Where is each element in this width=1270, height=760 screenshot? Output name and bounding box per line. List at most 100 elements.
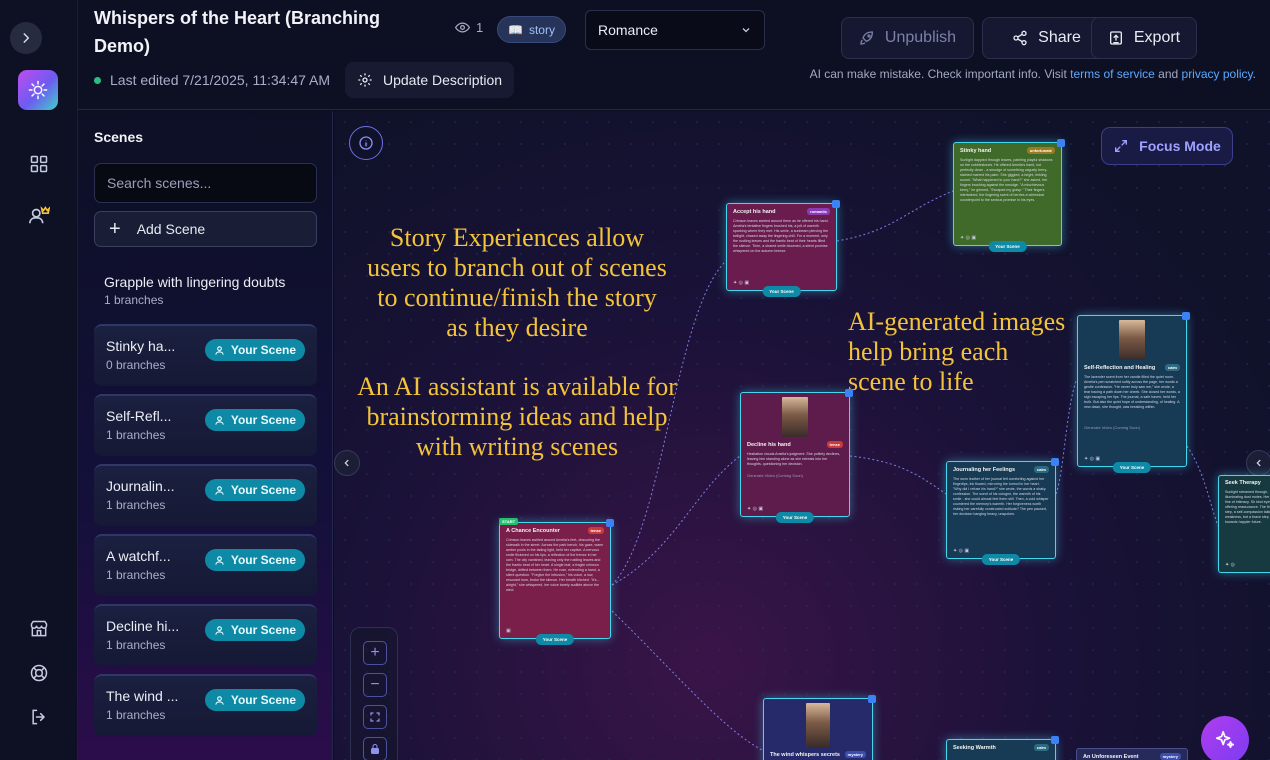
canvas-info-button[interactable] xyxy=(349,126,383,160)
scene-node-decline-hand[interactable]: Decline his hand tense Hesitation clouds … xyxy=(740,389,853,523)
mood-tag: tense xyxy=(587,527,604,534)
add-scene-button[interactable]: + Add Scene xyxy=(94,211,317,247)
privacy-policy-link[interactable]: privacy policy xyxy=(1182,67,1253,81)
app-logo[interactable] xyxy=(18,70,58,110)
node-handle[interactable] xyxy=(1051,736,1059,744)
generate-video-button[interactable]: Generate Video (Coming Soon) xyxy=(1078,423,1186,432)
focus-mode-button[interactable]: Focus Mode xyxy=(1101,127,1233,165)
node-toolbar[interactable]: ✦ ◎ ▣ xyxy=(953,548,969,554)
scene-node-accept-hand[interactable]: Accept his hand romantic Crimson leaves s… xyxy=(726,200,840,297)
scene-item-grapple[interactable]: Grapple with lingering doubts 1 branches xyxy=(104,274,285,307)
plus-icon: + xyxy=(109,218,121,240)
dashboard-nav[interactable] xyxy=(22,147,56,181)
scene-name: A watchf... xyxy=(106,548,171,564)
your-scene-badge: Your Scene xyxy=(204,339,305,361)
scene-node-stinky-hand[interactable]: Stinky hand unfortunate Sunlight dappled … xyxy=(953,139,1065,252)
node-handle[interactable] xyxy=(1051,458,1059,466)
your-scene-badge: Your Scene xyxy=(981,554,1021,565)
scene-node-seek-therapy[interactable]: Seek Therapy Sunlight streamed through, … xyxy=(1218,475,1270,573)
scene-node-seeking-warmth[interactable]: Seeking Warmth calm xyxy=(946,736,1059,760)
focus-mode-label: Focus Mode xyxy=(1139,138,1221,154)
scene-node-chance-encounter[interactable]: START A Chance Encounter tense Crimson le… xyxy=(499,518,614,645)
store-icon xyxy=(30,620,48,637)
logo-icon xyxy=(28,80,48,100)
story-type-tag: 📖 story xyxy=(497,16,566,43)
generate-video-button[interactable]: Generate Video (Coming Soon) xyxy=(741,471,849,480)
node-toolbar[interactable]: ✦ ◎ ▣ xyxy=(1084,456,1100,462)
unpublish-label: Unpublish xyxy=(884,29,957,46)
story-canvas[interactable]: Focus Mode Story Experiences allow users… xyxy=(334,111,1270,760)
last-edited: Last edited 7/21/2025, 11:34:47 AM xyxy=(94,72,330,88)
scene-node-journaling[interactable]: Journaling her Feelings calm The worn lea… xyxy=(946,458,1059,565)
scene-item[interactable]: A watchf... 1 branches Your Scene xyxy=(94,534,317,596)
user-icon xyxy=(215,695,224,705)
scene-item[interactable]: Journalin... 1 branches Your Scene xyxy=(94,464,317,526)
node-toolbar[interactable]: ✦ ◎ ▣ xyxy=(747,506,763,512)
terms-of-service-link[interactable]: terms of service xyxy=(1070,67,1155,81)
store-nav[interactable] xyxy=(22,612,56,646)
export-button[interactable]: Export xyxy=(1091,17,1197,59)
user-icon xyxy=(215,485,224,495)
your-scene-badge: Your Scene xyxy=(204,619,305,641)
story-type-label: story xyxy=(528,22,555,37)
scene-node-wind-whispers[interactable]: The wind whispers secrets mystery xyxy=(763,695,876,760)
your-scene-label: Your Scene xyxy=(230,413,296,427)
scene-node-unforeseen-event[interactable]: An Unforeseen Event mystery xyxy=(1076,748,1188,760)
node-toolbar[interactable]: ✦ ◎ ▣ xyxy=(960,235,976,241)
node-text: Sunlight dappled through leaves, paintin… xyxy=(960,158,1053,202)
disclaimer-text: AI can make mistake. Check important inf… xyxy=(809,67,1071,81)
chevron-right-icon xyxy=(23,33,30,43)
scroll-right-button[interactable] xyxy=(1246,450,1270,476)
update-description-button[interactable]: Update Description xyxy=(345,62,515,98)
premium-user-nav[interactable] xyxy=(22,198,56,232)
scene-name: Self-Refl... xyxy=(106,408,172,424)
node-handle[interactable] xyxy=(868,695,876,703)
node-toolbar[interactable]: ▣ xyxy=(506,628,511,634)
unpublish-button[interactable]: Unpublish xyxy=(841,17,974,59)
scene-item[interactable]: Self-Refl... 1 branches Your Scene xyxy=(94,394,317,456)
node-handle[interactable] xyxy=(1057,139,1065,147)
node-title: Decline his hand xyxy=(747,441,791,448)
scene-item[interactable]: Stinky ha... 0 branches Your Scene xyxy=(94,324,317,386)
scene-name: Stinky ha... xyxy=(106,338,176,354)
expand-sidebar-button[interactable] xyxy=(10,22,42,54)
node-title: Accept his hand xyxy=(733,208,776,215)
chevron-left-icon xyxy=(344,459,349,467)
your-scene-label: Your Scene xyxy=(230,693,296,707)
app-root: Whispers of the Heart (Branching Demo) L… xyxy=(0,0,1270,760)
info-icon xyxy=(359,136,373,150)
help-nav[interactable] xyxy=(22,656,56,690)
fit-view-button[interactable] xyxy=(363,705,387,729)
user-icon xyxy=(215,625,224,635)
scene-list: Stinky ha... 0 branches Your Scene Self-… xyxy=(94,324,317,744)
user-icon xyxy=(215,555,224,565)
lock-canvas-button[interactable] xyxy=(363,737,387,760)
node-toolbar[interactable]: ✦ ◎ xyxy=(1225,562,1235,568)
genre-value: Romance xyxy=(598,22,658,38)
zoom-out-button[interactable]: − xyxy=(363,673,387,697)
node-handle[interactable] xyxy=(1182,312,1190,320)
add-scene-label: Add Scene xyxy=(136,221,206,237)
logout-nav[interactable] xyxy=(22,700,56,734)
genre-select[interactable]: Romance xyxy=(585,10,765,50)
zoom-controls: + − xyxy=(350,627,398,760)
zoom-in-button[interactable]: + xyxy=(363,641,387,665)
scene-item[interactable]: The wind ... 1 branches Your Scene xyxy=(94,674,317,736)
view-count-value: 1 xyxy=(476,20,484,35)
mood-tag: calm xyxy=(1033,744,1049,751)
generate-video-label: Generate Video xyxy=(1084,425,1112,430)
scene-node-self-reflection[interactable]: Self-Reflection and Healing calm The lave… xyxy=(1077,312,1190,473)
node-handle[interactable] xyxy=(845,389,853,397)
disclaimer-and: and xyxy=(1154,67,1182,81)
scene-name: Journalin... xyxy=(106,478,175,494)
node-handle[interactable] xyxy=(606,519,614,527)
search-scenes-input[interactable] xyxy=(94,163,317,203)
your-scene-label: Your Scene xyxy=(230,343,296,357)
node-toolbar[interactable]: ✦ ◎ ▣ xyxy=(733,280,749,286)
node-title: Seek Therapy xyxy=(1225,480,1261,486)
node-handle[interactable] xyxy=(832,200,840,208)
scene-item[interactable]: Decline hi... 1 branches Your Scene xyxy=(94,604,317,666)
node-text: Crimson leaves swirled around Amelia's f… xyxy=(506,538,604,592)
ai-assistant-button[interactable] xyxy=(1201,716,1249,760)
chevron-left-icon xyxy=(1256,459,1261,467)
